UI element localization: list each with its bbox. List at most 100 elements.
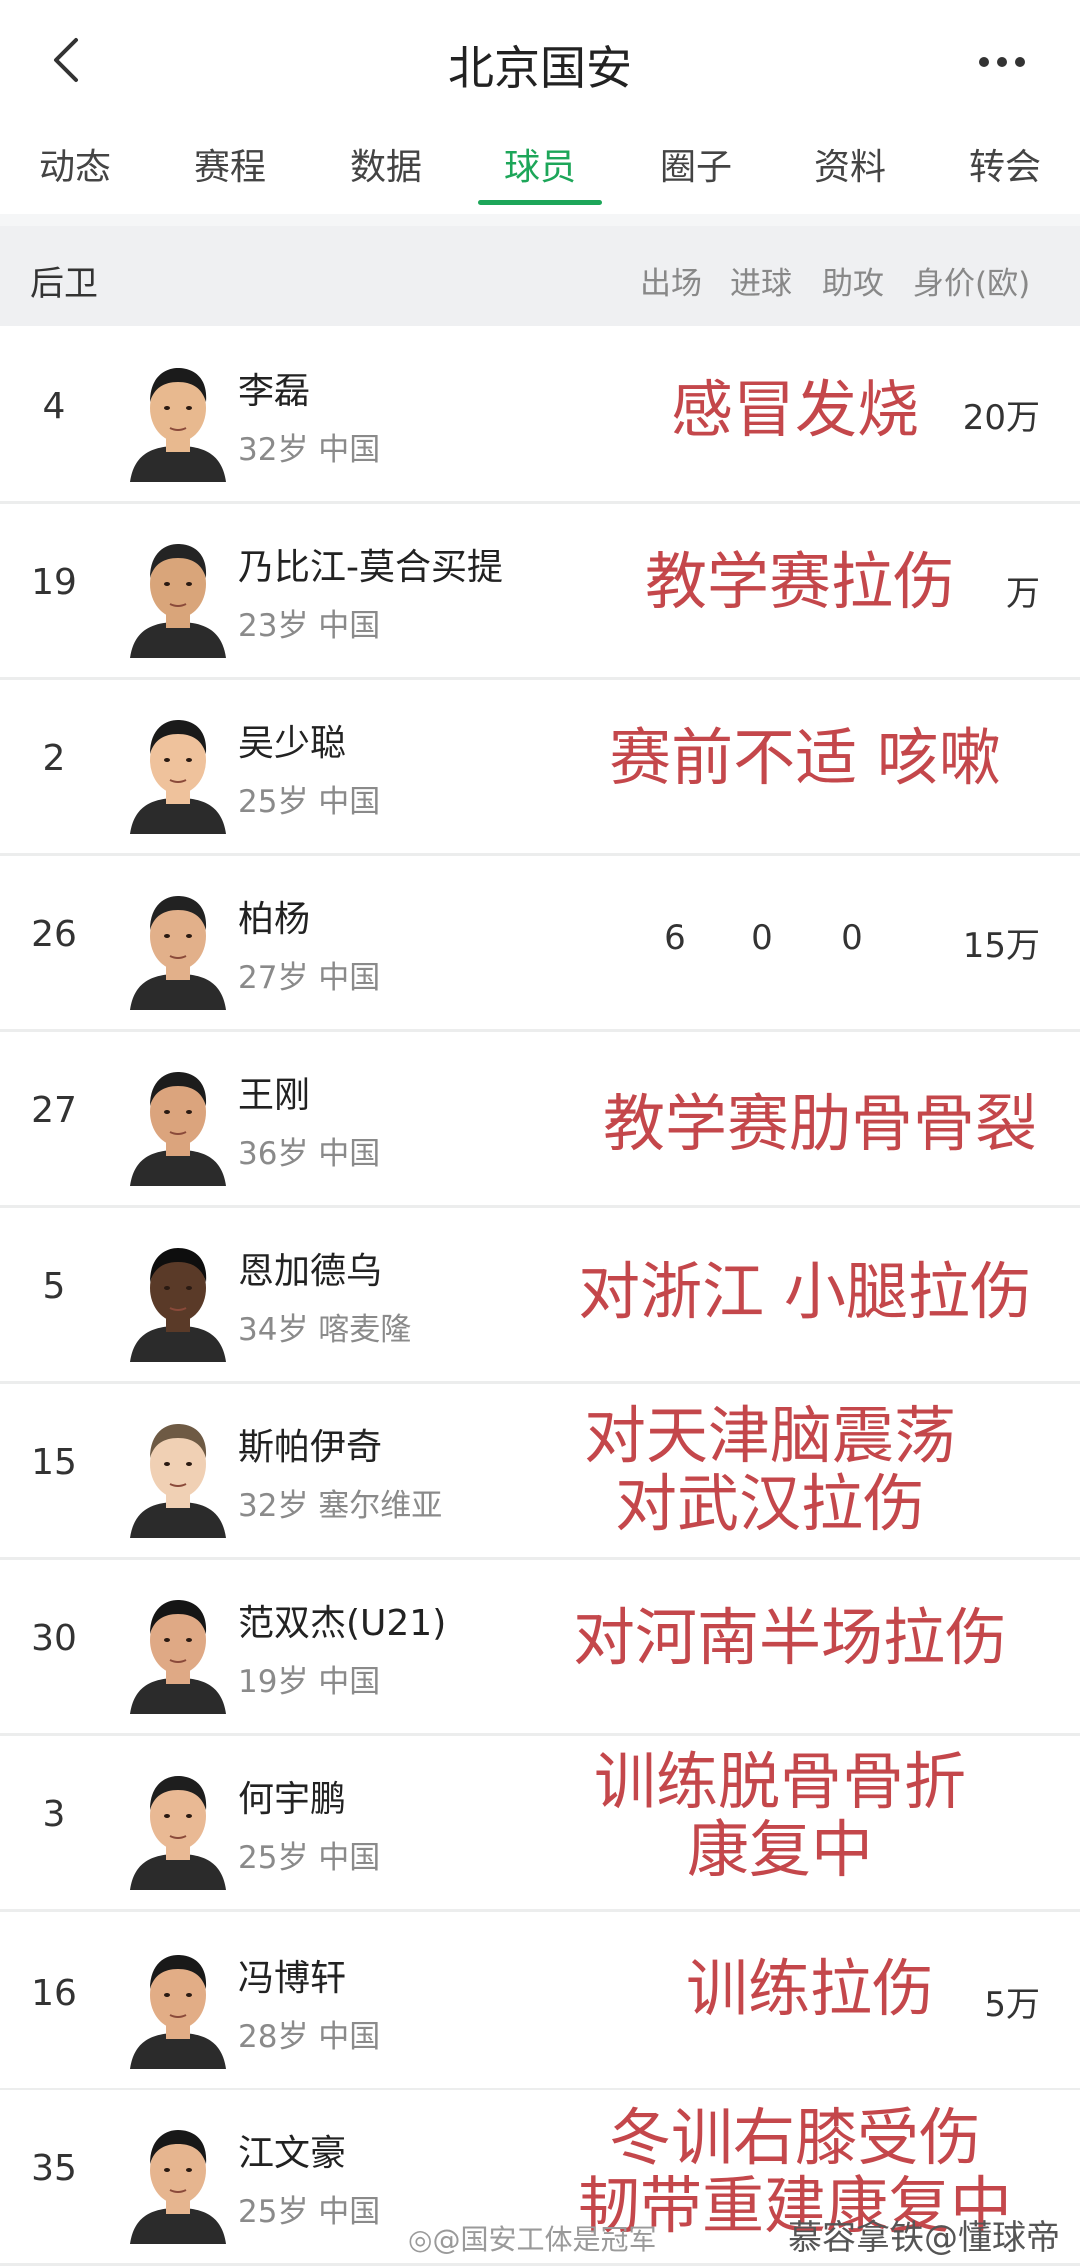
jersey-number: 30 — [31, 1618, 77, 1659]
injury-note-line: 对天津脑震荡 — [583, 1399, 956, 1472]
player-meta: 36岁 中国 — [238, 1136, 381, 1172]
injury-note: 训练脱骨骨折 康复中 — [570, 1748, 990, 1884]
stat-appearances: 6 — [664, 918, 686, 958]
injury-note: 训练拉伤 — [665, 1955, 955, 2023]
jersey-number: 15 — [31, 1442, 77, 1483]
injury-note-line: 对武汉拉伤 — [614, 1467, 925, 1540]
top-bar: 北京国安 — [0, 0, 1080, 118]
jersey-number: 26 — [31, 914, 77, 955]
column-assists[interactable]: 助攻 — [822, 258, 884, 303]
injury-note-line: 教学赛肋骨骨裂 — [602, 1087, 1037, 1160]
player-name[interactable]: 吴少聪 — [238, 714, 346, 766]
player-meta: 32岁 中国 — [238, 432, 381, 468]
tab-bar: 动态 赛程 数据 球员 圈子 资料 转会 — [0, 118, 1080, 214]
player-meta: 25岁 中国 — [238, 1840, 381, 1876]
player-meta: 34岁 喀麦隆 — [238, 1312, 412, 1348]
injury-note-line: 冬训右膝受伤 — [608, 2101, 981, 2174]
player-avatar — [112, 702, 244, 834]
player-meta: 27岁 中国 — [238, 960, 381, 996]
player-row[interactable]: 19 乃比江-莫合买提 23岁 中国 万 教学赛拉伤 — [0, 504, 1080, 680]
injury-note-line: 教学赛拉伤 — [644, 545, 955, 618]
player-name[interactable]: 王刚 — [238, 1066, 310, 1118]
page-title: 北京国安 — [448, 41, 632, 95]
jersey-number: 16 — [31, 1973, 77, 2014]
injury-note-line: 对河南半场拉伤 — [572, 1601, 1007, 1674]
player-name[interactable]: 江文豪 — [238, 2124, 346, 2176]
more-dots-icon — [979, 57, 1025, 67]
jersey-number: 2 — [42, 738, 66, 779]
player-row[interactable]: 4 李磊 32岁 中国 20万 感冒发烧 — [0, 328, 1080, 504]
player-row[interactable]: 30 范双杰(U21) 19岁 中国 对河南半场拉伤 — [0, 1560, 1080, 1736]
more-button[interactable] — [954, 34, 1044, 90]
player-avatar — [112, 878, 244, 1010]
injury-note-line: 康复中 — [686, 1813, 873, 1886]
player-name[interactable]: 恩加德乌 — [238, 1242, 382, 1294]
stat-assists: 0 — [841, 918, 863, 958]
jersey-number: 4 — [42, 386, 66, 427]
tab-players[interactable]: 球员 — [470, 138, 610, 190]
tab-dynamics[interactable]: 动态 — [5, 138, 145, 190]
injury-note-line: 训练脱骨骨折 — [593, 1745, 966, 1818]
player-meta: 28岁 中国 — [238, 2019, 381, 2055]
player-avatar — [112, 1230, 244, 1362]
divider — [0, 214, 1080, 226]
market-value: 15万 — [962, 926, 1040, 966]
player-row[interactable]: 3 何宇鹏 25岁 中国 训练脱骨骨折 康复中 — [0, 1736, 1080, 1912]
player-meta: 25岁 中国 — [238, 2194, 381, 2230]
tab-circle[interactable]: 圈子 — [626, 138, 766, 190]
player-avatar — [112, 1406, 244, 1538]
player-name[interactable]: 斯帕伊奇 — [238, 1418, 382, 1470]
injury-note-line: 对浙江 小腿拉伤 — [578, 1255, 1032, 1328]
player-avatar — [112, 350, 244, 482]
player-meta: 25岁 中国 — [238, 784, 381, 820]
jersey-number: 35 — [31, 2148, 77, 2189]
player-row[interactable]: 2 吴少聪 25岁 中国 赛前不适 咳嗽 — [0, 680, 1080, 856]
weibo-watermark-text: @国安工体是冠军 — [432, 2223, 657, 2256]
jersey-number: 27 — [31, 1090, 77, 1131]
injury-note: 教学赛拉伤 — [630, 548, 970, 616]
jersey-number: 3 — [42, 1794, 66, 1835]
tab-schedule[interactable]: 赛程 — [160, 138, 300, 190]
player-name[interactable]: 乃比江-莫合买提 — [238, 538, 503, 590]
market-value: 20万 — [962, 398, 1040, 438]
injury-note: 感冒发烧 — [650, 376, 940, 444]
author-watermark: 慕容拿铁@懂球帝 — [788, 2218, 1060, 2258]
weibo-watermark: ◎@国安工体是冠军 — [408, 2218, 656, 2258]
player-row[interactable]: 26 柏杨 27岁 中国 6 0 0 15万 — [0, 856, 1080, 1032]
player-meta: 32岁 塞尔维亚 — [238, 1488, 443, 1524]
tab-stats[interactable]: 数据 — [316, 138, 456, 190]
column-goals[interactable]: 进球 — [730, 258, 792, 303]
injury-note-line: 赛前不适 咳嗽 — [609, 721, 1001, 794]
player-name[interactable]: 柏杨 — [238, 890, 310, 942]
column-value[interactable]: 身价(欧) — [913, 258, 1030, 303]
injury-note: 对河南半场拉伤 — [555, 1604, 1025, 1672]
market-value: 万 — [1006, 574, 1040, 614]
active-tab-indicator — [478, 200, 602, 205]
player-row[interactable]: 15 斯帕伊奇 32岁 塞尔维亚 对天津脑震荡 对武汉拉伤 — [0, 1384, 1080, 1560]
player-avatar — [112, 2112, 244, 2244]
jersey-number: 5 — [42, 1266, 66, 1307]
player-name[interactable]: 李磊 — [238, 362, 310, 414]
player-avatar — [112, 526, 244, 658]
player-avatar — [112, 1582, 244, 1714]
player-name[interactable]: 冯博轩 — [238, 1949, 346, 2001]
injury-note-line: 感冒发烧 — [670, 373, 919, 446]
tab-info[interactable]: 资料 — [780, 138, 920, 190]
section-title: 后卫 — [30, 264, 98, 304]
player-meta: 23岁 中国 — [238, 608, 381, 644]
player-row[interactable]: 5 恩加德乌 34岁 喀麦隆 对浙江 小腿拉伤 — [0, 1208, 1080, 1384]
player-avatar — [112, 1054, 244, 1186]
player-name[interactable]: 范双杰(U21) — [238, 1594, 446, 1646]
player-avatar — [112, 1758, 244, 1890]
column-appearances[interactable]: 出场 — [640, 258, 702, 303]
player-row[interactable]: 16 冯博轩 28岁 中国 5万 训练拉伤 — [0, 1915, 1080, 2091]
stat-goals: 0 — [751, 918, 773, 958]
player-meta: 19岁 中国 — [238, 1664, 381, 1700]
market-value: 5万 — [984, 1985, 1040, 2025]
player-row[interactable]: 27 王刚 36岁 中国 教学赛肋骨骨裂 — [0, 1032, 1080, 1208]
player-name[interactable]: 何宇鹏 — [238, 1770, 346, 1822]
tab-transfers[interactable]: 转会 — [935, 138, 1075, 190]
player-avatar — [112, 1937, 244, 2069]
weibo-icon: ◎ — [408, 2223, 433, 2256]
jersey-number: 19 — [31, 562, 77, 603]
